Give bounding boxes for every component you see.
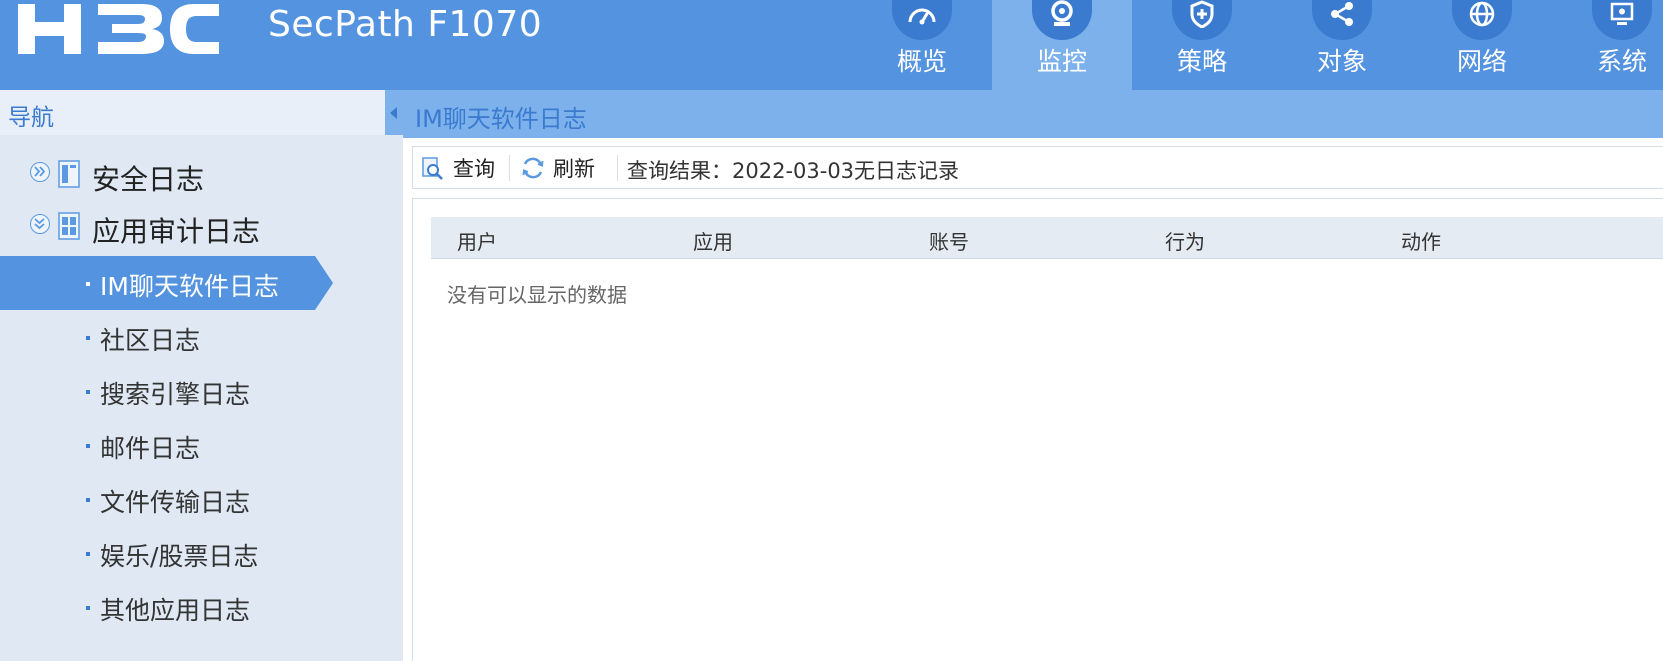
sidebar-header: 导航 <box>0 90 403 135</box>
nav-object[interactable]: 对象 <box>1272 0 1412 90</box>
column-header-action[interactable]: 动作 <box>1401 226 1441 255</box>
refresh-icon <box>522 157 544 178</box>
bullet-icon <box>86 390 90 394</box>
nav-system[interactable]: 系统 <box>1552 0 1663 90</box>
sidebar-item-mail-log[interactable]: 邮件日志 <box>0 418 403 472</box>
sidebar-group-label: 应用审计日志 <box>92 215 261 248</box>
query-icon <box>422 156 443 180</box>
refresh-button-label: 刷新 <box>553 156 595 181</box>
bullet-icon <box>86 336 90 340</box>
nav-object-label: 对象 <box>1316 47 1367 76</box>
main-content: IM聊天软件日志 查询 刷新 查询结果：2022-03-03无日志记录 用户 应… <box>403 90 1663 661</box>
sidebar-item-search-engine-log[interactable]: 搜索引擎日志 <box>0 364 403 418</box>
sidebar-item-label: 其他应用日志 <box>100 596 251 625</box>
sidebar-item-label: 邮件日志 <box>100 434 201 463</box>
query-button[interactable]: 查询 <box>421 147 495 188</box>
top-nav: 概览 监控 策略 对象 网络 系统 <box>852 0 1663 90</box>
content-header: IM聊天软件日志 <box>403 90 1663 138</box>
shield-icon <box>1172 0 1232 40</box>
sidebar-group-app-audit-log[interactable]: 应用审计日志 <box>0 204 403 256</box>
nav-overview[interactable]: 概览 <box>852 0 992 90</box>
share-icon <box>1312 0 1372 40</box>
bullet-icon <box>86 606 90 610</box>
nav-policy[interactable]: 策略 <box>1132 0 1272 90</box>
top-header: SecPath F1070 概览 监控 策略 对象 网络 系统 <box>0 0 1663 90</box>
nav-network-label: 网络 <box>1456 47 1507 76</box>
sidebar-item-label: 文件传输日志 <box>100 488 251 517</box>
sidebar-group-security-log[interactable]: 安全日志 <box>0 152 403 204</box>
refresh-button[interactable]: 刷新 <box>521 147 595 188</box>
camera-icon <box>1032 0 1092 40</box>
sidebar-item-label: IM聊天软件日志 <box>100 272 279 301</box>
log-document-icon <box>58 160 80 188</box>
query-result-label: 查询结果： <box>627 159 732 183</box>
toolbar: 查询 刷新 查询结果：2022-03-03无日志记录 <box>412 146 1663 189</box>
empty-table-message: 没有可以显示的数据 <box>447 283 627 307</box>
toolbar-divider <box>509 155 510 181</box>
sidebar-collapse-button[interactable] <box>385 90 403 135</box>
sidebar-item-label: 娱乐/股票日志 <box>100 542 259 571</box>
nav-monitor-label: 监控 <box>1036 47 1087 76</box>
query-result-value: 2022-03-03无日志记录 <box>732 159 960 183</box>
monitor-icon <box>1592 0 1652 40</box>
table-header: 用户 应用 账号 行为 动作 <box>431 217 1663 259</box>
caret-left-icon <box>390 106 397 119</box>
sidebar-item-community-log[interactable]: 社区日志 <box>0 310 403 364</box>
sidebar-item-file-transfer-log[interactable]: 文件传输日志 <box>0 472 403 526</box>
bullet-icon <box>86 444 90 448</box>
column-header-application[interactable]: 应用 <box>693 226 733 255</box>
query-button-label: 查询 <box>453 156 495 181</box>
nav-monitor[interactable]: 监控 <box>992 0 1132 90</box>
nav-network[interactable]: 网络 <box>1412 0 1552 90</box>
sidebar-group-label: 安全日志 <box>92 163 205 196</box>
sidebar: 导航 安全日志 应用审计日志 IM聊天软件日志 社区日志 搜索引擎日志 邮件日志 <box>0 90 403 661</box>
toolbar-divider <box>617 155 618 181</box>
log-table-panel: 用户 应用 账号 行为 动作 没有可以显示的数据 <box>412 198 1663 661</box>
query-result-text: 查询结果：2022-03-03无日志记录 <box>627 155 959 185</box>
sidebar-item-label: 社区日志 <box>100 326 201 355</box>
log-document-icon <box>58 212 80 240</box>
bullet-icon <box>86 552 90 556</box>
collapse-icon <box>30 214 50 234</box>
globe-icon <box>1452 0 1512 40</box>
bullet-icon <box>86 498 90 502</box>
h3c-logo <box>18 4 219 54</box>
sidebar-title: 导航 <box>8 105 54 131</box>
nav-system-label: 系统 <box>1596 47 1647 76</box>
nav-policy-label: 策略 <box>1176 47 1227 76</box>
page-title: IM聊天软件日志 <box>415 105 587 133</box>
product-name: SecPath F1070 <box>268 4 543 45</box>
expand-icon <box>30 162 50 182</box>
sidebar-item-entertainment-stock-log[interactable]: 娱乐/股票日志 <box>0 526 403 580</box>
column-header-behavior[interactable]: 行为 <box>1165 226 1205 255</box>
bullet-icon <box>86 282 90 286</box>
column-header-user[interactable]: 用户 <box>457 226 497 255</box>
nav-overview-label: 概览 <box>896 47 947 76</box>
sidebar-item-other-app-log[interactable]: 其他应用日志 <box>0 580 403 634</box>
gauge-icon <box>892 0 952 40</box>
column-header-account[interactable]: 账号 <box>929 226 969 255</box>
sidebar-item-im-chat-log[interactable]: IM聊天软件日志 <box>0 256 403 310</box>
sidebar-item-label: 搜索引擎日志 <box>100 380 251 409</box>
